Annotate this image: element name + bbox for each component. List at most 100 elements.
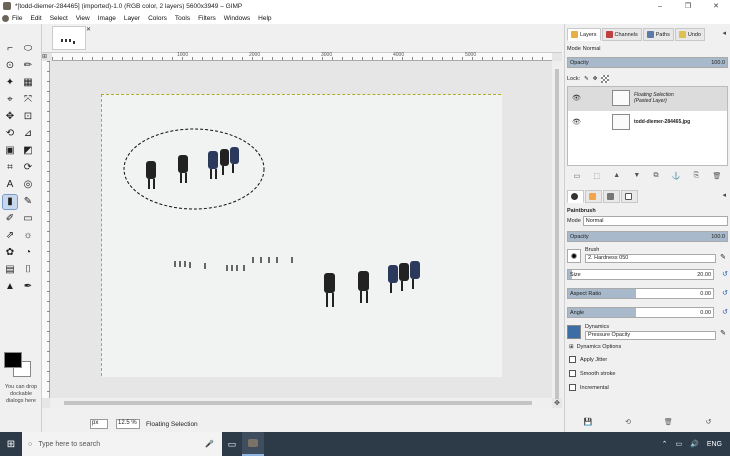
navigate-icon[interactable]: ✥ xyxy=(552,398,562,408)
edit-dynamics-icon[interactable]: ✎ xyxy=(720,329,726,337)
anchor-layer-button[interactable]: ⚓ xyxy=(672,172,681,182)
tab-tool-options[interactable] xyxy=(567,190,584,203)
tool-opacity-slider[interactable]: Opacity 100.0 xyxy=(567,231,728,242)
rotate-tool-icon[interactable]: ⟳ xyxy=(21,161,35,175)
vertical-scrollbar[interactable] xyxy=(552,61,562,399)
reset-options-button[interactable]: ↺ xyxy=(706,418,712,426)
visibility-eye-icon[interactable]: 👁 xyxy=(572,94,581,102)
angle-slider[interactable]: Angle 0.00 xyxy=(567,307,714,318)
tab-fonts[interactable] xyxy=(621,190,638,203)
paths-tool-icon[interactable]: ⤧ xyxy=(21,93,35,107)
smudge-tool-icon[interactable]: ◔ xyxy=(21,246,35,260)
apply-jitter-checkbox[interactable]: Apply Jitter xyxy=(569,356,607,363)
fuzzy-select-tool-icon[interactable]: ✏ xyxy=(21,59,35,73)
incremental-checkbox[interactable]: Incremental xyxy=(569,384,609,391)
brush-name-field[interactable]: 2. Hardness 050 xyxy=(585,254,716,263)
reset-aspect-icon[interactable]: ↺ xyxy=(722,289,728,297)
ellipse-select-tool-icon[interactable]: ⬭ xyxy=(21,42,35,56)
merge-layer-button[interactable]: ⎘ xyxy=(694,172,700,182)
fg-bg-colors[interactable] xyxy=(4,352,34,382)
mypaint-brush-tool-icon[interactable]: ✒ xyxy=(21,280,35,294)
smooth-stroke-checkbox[interactable]: Smooth stroke xyxy=(569,370,615,377)
free-select-tool-icon[interactable]: ⊙ xyxy=(3,59,17,73)
size-slider[interactable]: Size 20.00 xyxy=(567,269,714,280)
tab-patterns[interactable] xyxy=(603,190,620,203)
reset-angle-icon[interactable]: ↺ xyxy=(722,308,728,316)
tab-brushes[interactable] xyxy=(585,190,602,203)
menu-edit[interactable]: Edit xyxy=(30,15,41,22)
tab-layers[interactable]: Layers xyxy=(567,28,601,41)
text-tool-icon[interactable]: A xyxy=(3,178,17,192)
taskbar-gimp-app[interactable] xyxy=(242,432,264,456)
menu-help[interactable]: Help xyxy=(258,15,271,22)
image-canvas[interactable] xyxy=(101,94,502,377)
new-layer-button[interactable]: ▭ xyxy=(574,172,581,182)
menu-file[interactable]: File xyxy=(12,15,22,22)
heal-tool-icon[interactable]: ✿ xyxy=(3,246,17,260)
new-group-button[interactable]: ⬚ xyxy=(593,172,600,182)
menu-colors[interactable]: Colors xyxy=(148,15,167,22)
delete-layer-button[interactable]: 🗑 xyxy=(712,172,721,182)
edit-brush-icon[interactable]: ✎ xyxy=(720,253,726,261)
blend-tool-icon[interactable]: ⌷ xyxy=(21,263,35,277)
microphone-icon[interactable]: 🎤 xyxy=(205,440,214,448)
image-tab-thumbnail[interactable] xyxy=(52,26,86,50)
unified-transform-tool-icon[interactable]: ⌗ xyxy=(3,161,17,175)
horizontal-scrollbar[interactable] xyxy=(50,398,552,408)
paintbrush-tool-icon[interactable]: ▮ xyxy=(2,194,18,210)
align-tool-icon[interactable]: ▣ xyxy=(3,144,17,158)
vertical-ruler[interactable] xyxy=(42,61,50,398)
dodge-burn-tool-icon[interactable]: ▤ xyxy=(3,263,17,277)
color-picker-tool-icon[interactable]: ✥ xyxy=(3,110,17,124)
scissors-select-tool-icon[interactable]: ▦ xyxy=(21,76,35,90)
save-options-button[interactable]: 💾 xyxy=(583,418,592,426)
brush-preview[interactable] xyxy=(567,249,581,263)
bucket-fill-tool-icon[interactable]: ◎ xyxy=(21,178,35,192)
lower-layer-button[interactable]: ▼ xyxy=(633,172,640,182)
tool-mode-select[interactable]: Normal xyxy=(582,216,728,226)
ink-tool-icon[interactable]: ⇗ xyxy=(3,229,17,243)
measure-tool-icon[interactable]: ⟲ xyxy=(3,127,17,141)
layer-row-image[interactable]: 👁 todd-diemer-284465.jpg xyxy=(568,111,727,135)
dynamics-preview-icon[interactable] xyxy=(567,325,581,339)
zoom-select[interactable]: 12.5 % xyxy=(116,419,140,429)
tray-network-icon[interactable]: ▭ xyxy=(675,440,682,448)
menu-view[interactable]: View xyxy=(76,15,90,22)
vertical-scroll-thumb[interactable] xyxy=(555,69,559,399)
visibility-eye-icon[interactable]: 👁 xyxy=(572,118,581,126)
layer-row-floating[interactable]: 👁 Floating Selection (Pasted Layer) xyxy=(568,87,727,111)
lock-position-icon[interactable]: ✥ xyxy=(593,76,598,82)
menu-image[interactable]: Image xyxy=(98,15,116,22)
canvas-area[interactable]: ⊞ 1000 2000 3000 4000 5000 ✥ xyxy=(42,52,562,408)
reset-size-icon[interactable]: ↺ xyxy=(722,270,728,278)
pencil-tool-icon[interactable]: ✎ xyxy=(21,195,35,209)
foreground-select-tool-icon[interactable]: ⌖ xyxy=(3,93,17,107)
duplicate-layer-button[interactable]: ⧉ xyxy=(654,172,659,182)
tool-options-menu-icon[interactable]: ◂ xyxy=(722,191,726,199)
warp-tool-icon[interactable]: ▲ xyxy=(3,280,17,294)
rect-select-tool-icon[interactable]: ⌐ xyxy=(3,42,17,56)
lock-alpha-icon[interactable] xyxy=(601,75,610,83)
windows-start-icon[interactable]: ⊞ xyxy=(0,432,22,456)
dynamics-field[interactable]: Pressure Opacity xyxy=(585,331,716,340)
move-tool-icon[interactable]: ⊿ xyxy=(21,127,35,141)
restore-options-button[interactable]: ⟲ xyxy=(625,418,631,426)
crop-tool-icon[interactable]: ◩ xyxy=(21,144,35,158)
unit-select[interactable]: px xyxy=(90,419,108,429)
tab-paths[interactable]: Paths xyxy=(642,28,674,41)
layer-opacity-slider[interactable]: Opacity 100.0 xyxy=(567,57,728,68)
layer-mode-value[interactable]: Normal xyxy=(583,46,601,52)
quick-mask-toggle[interactable]: ⊞ xyxy=(42,53,52,61)
clone-tool-icon[interactable]: ☼ xyxy=(21,229,35,243)
maximize-button[interactable]: ❐ xyxy=(674,0,702,12)
select-by-color-tool-icon[interactable]: ✦ xyxy=(3,76,17,90)
menu-windows[interactable]: Windows xyxy=(224,15,250,22)
foreground-color-swatch[interactable] xyxy=(4,352,22,368)
aspect-ratio-slider[interactable]: Aspect Ratio 0.00 xyxy=(567,288,714,299)
close-tab-icon[interactable]: ✕ xyxy=(86,26,91,33)
zoom-tool-icon[interactable]: ⊡ xyxy=(21,110,35,124)
horizontal-scroll-thumb[interactable] xyxy=(64,401,532,405)
delete-options-button[interactable]: 🗑 xyxy=(664,418,673,426)
task-view-icon[interactable]: ▭ xyxy=(222,432,242,456)
raise-layer-button[interactable]: ▲ xyxy=(613,172,620,182)
